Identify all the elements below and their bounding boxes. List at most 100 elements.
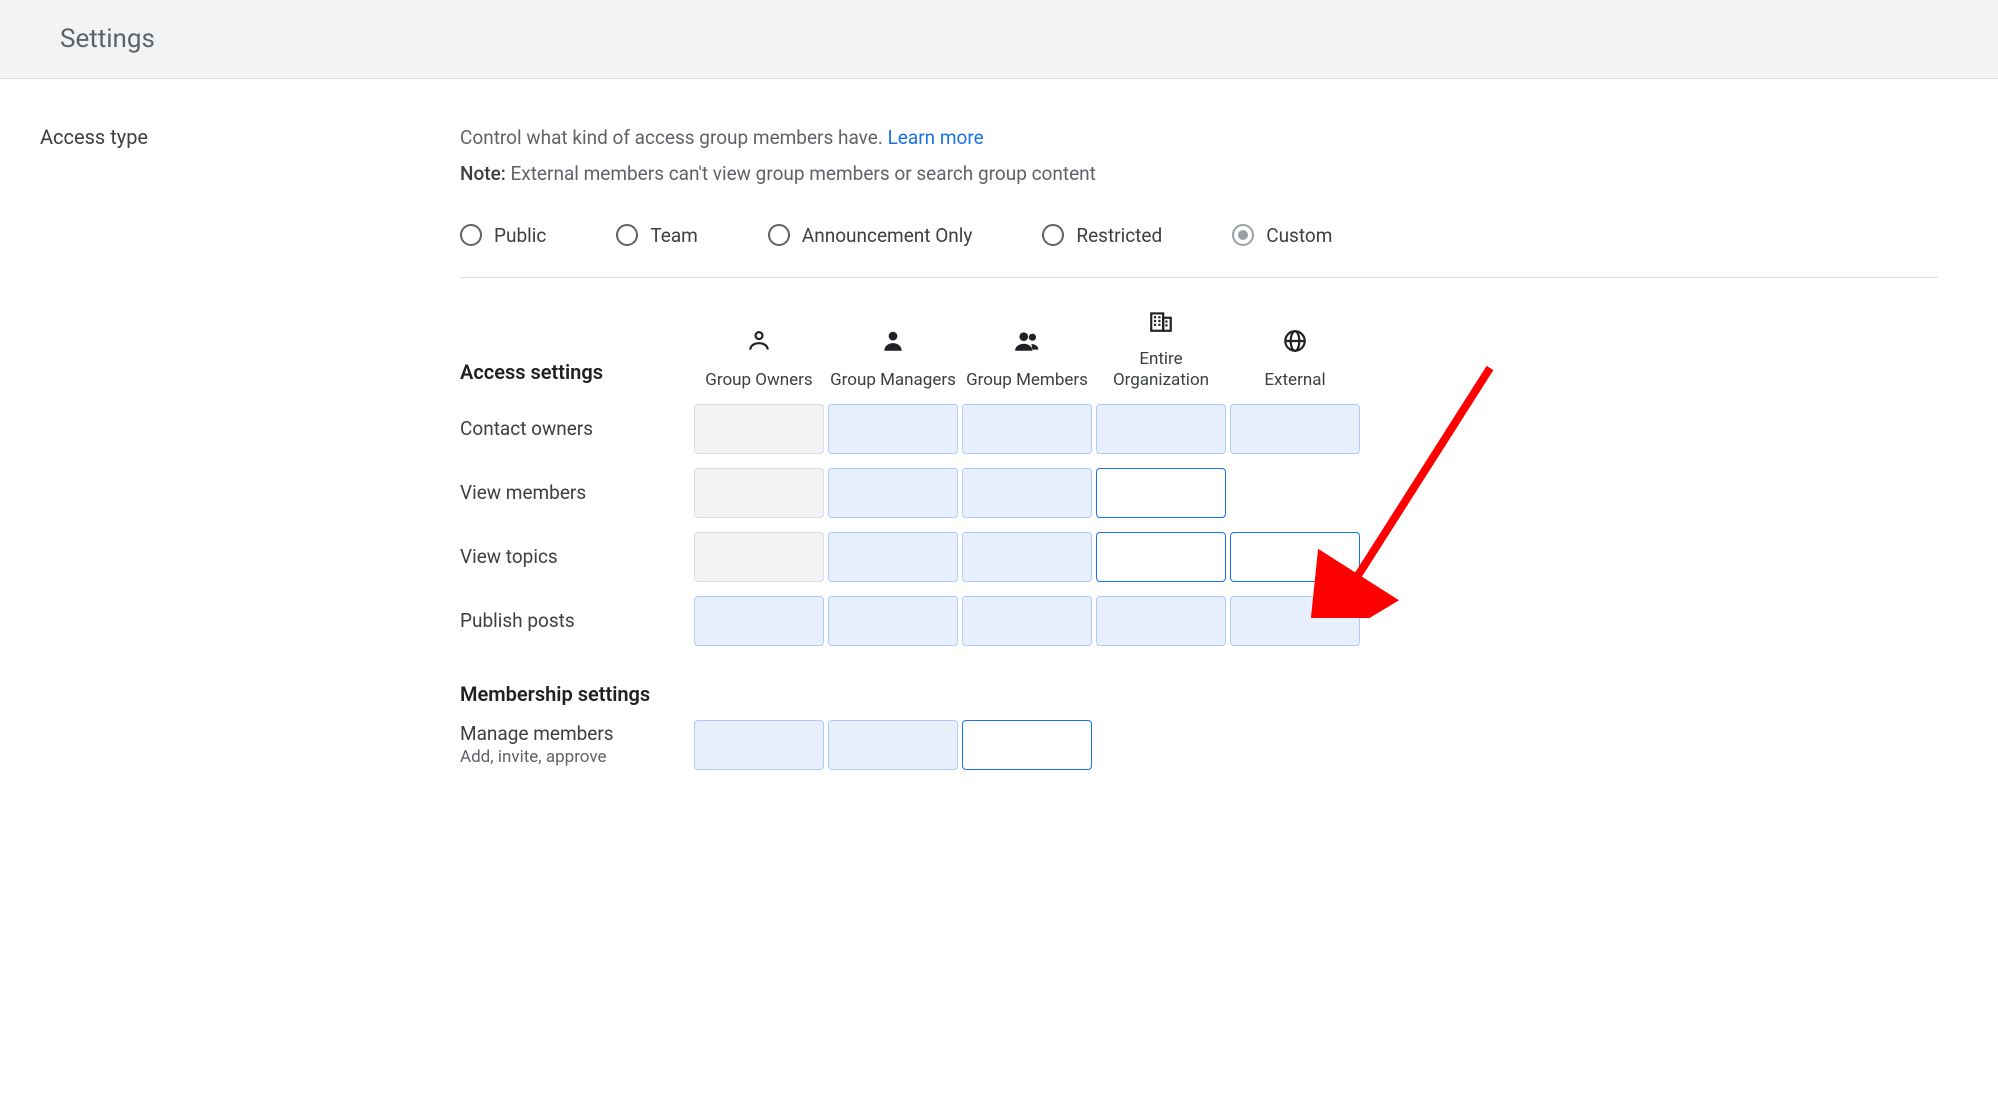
cell-contact-owners-members[interactable] <box>962 404 1092 454</box>
settings-header: Settings <box>0 0 1998 79</box>
radio-label: Team <box>650 224 698 247</box>
row-label-wrap: Manage membersAdd, invite, approve <box>460 722 690 767</box>
table-row: Manage membersAdd, invite, approve <box>460 720 1938 770</box>
building-icon <box>1148 308 1174 339</box>
cell-contact-owners-external[interactable] <box>1230 404 1360 454</box>
note-label: Note: <box>460 162 506 185</box>
check-icon <box>745 731 773 759</box>
check-icon <box>1013 607 1041 635</box>
radio-circle-icon <box>768 224 790 246</box>
person-icon <box>880 328 906 359</box>
people-icon <box>1014 328 1040 359</box>
cell-view-topics-members[interactable] <box>962 532 1092 582</box>
check-icon <box>879 731 907 759</box>
cell-view-topics-managers[interactable] <box>828 532 958 582</box>
settings-content: Access type Control what kind of access … <box>0 93 1998 830</box>
radio-custom[interactable]: Custom <box>1232 224 1332 247</box>
access-note: Note: External members can't view group … <box>460 159 1938 189</box>
column-header-org: Entire Organization <box>1096 308 1226 390</box>
check-icon <box>1281 415 1309 443</box>
check-icon <box>745 607 773 635</box>
note-text: External members can't view group member… <box>506 162 1096 185</box>
cell-view-members-external <box>1230 468 1360 518</box>
learn-more-link[interactable]: Learn more <box>888 126 984 149</box>
check-icon <box>879 607 907 635</box>
radio-circle-icon <box>460 224 482 246</box>
radio-circle-icon <box>616 224 638 246</box>
table-row: Contact owners <box>460 404 1938 454</box>
table-row: View members <box>460 468 1938 518</box>
cell-manage-members-managers[interactable] <box>828 720 958 770</box>
access-settings-heading: Access settings <box>460 360 690 390</box>
cell-view-members-managers[interactable] <box>828 468 958 518</box>
check-icon <box>745 479 773 507</box>
cell-view-members-members[interactable] <box>962 468 1092 518</box>
row-label: Contact owners <box>460 417 690 440</box>
cell-manage-members-org <box>1096 720 1226 770</box>
check-icon <box>1013 543 1041 571</box>
row-label: Publish posts <box>460 609 690 632</box>
globe-icon <box>1282 328 1308 359</box>
cell-publish-posts-external[interactable] <box>1230 596 1360 646</box>
column-label: Group Owners <box>705 370 812 390</box>
check-icon <box>1281 607 1309 635</box>
column-label: Group Members <box>966 370 1088 390</box>
cell-contact-owners-org[interactable] <box>1096 404 1226 454</box>
radio-label: Announcement Only <box>802 224 973 247</box>
row-label: Manage members <box>460 722 690 745</box>
row-label-wrap: View members <box>460 481 690 504</box>
access-description: Control what kind of access group member… <box>460 123 1938 153</box>
column-header-owners: Group Owners <box>694 328 824 390</box>
radio-team[interactable]: Team <box>616 224 698 247</box>
cell-contact-owners-managers[interactable] <box>828 404 958 454</box>
page-title: Settings <box>60 24 1938 54</box>
column-label: External <box>1264 370 1325 390</box>
radio-circle-icon <box>1042 224 1064 246</box>
radio-label: Restricted <box>1076 224 1162 247</box>
access-desc-lead: Control what kind of access group member… <box>460 126 883 149</box>
cell-view-topics-org[interactable] <box>1096 532 1226 582</box>
cell-manage-members-members[interactable] <box>962 720 1092 770</box>
column-header-external: External <box>1230 328 1360 390</box>
radio-label: Custom <box>1266 224 1332 247</box>
column-header-managers: Group Managers <box>828 328 958 390</box>
radio-public[interactable]: Public <box>460 224 546 247</box>
cell-publish-posts-owners[interactable] <box>694 596 824 646</box>
check-icon <box>1013 415 1041 443</box>
cell-view-members-org[interactable] <box>1096 468 1226 518</box>
table-row: Publish posts <box>460 596 1938 646</box>
column-label: Entire Organization <box>1096 349 1226 390</box>
cell-publish-posts-members[interactable] <box>962 596 1092 646</box>
cell-publish-posts-org[interactable] <box>1096 596 1226 646</box>
row-label: View members <box>460 481 690 504</box>
cell-view-topics-owners <box>694 532 824 582</box>
membership-settings-heading: Membership settings <box>460 682 1938 706</box>
check-icon <box>745 415 773 443</box>
row-label: View topics <box>460 545 690 568</box>
cell-manage-members-external <box>1230 720 1360 770</box>
cell-publish-posts-managers[interactable] <box>828 596 958 646</box>
check-icon <box>879 543 907 571</box>
check-icon <box>879 479 907 507</box>
cell-view-topics-external[interactable] <box>1230 532 1360 582</box>
check-icon <box>1147 607 1175 635</box>
access-table: Access settings Group Owners Group Manag… <box>460 308 1938 770</box>
cell-view-members-owners <box>694 468 824 518</box>
check-icon <box>1013 479 1041 507</box>
check-icon <box>745 543 773 571</box>
radio-circle-icon <box>1232 224 1254 246</box>
row-label-wrap: Publish posts <box>460 609 690 632</box>
check-icon <box>879 415 907 443</box>
row-label-wrap: View topics <box>460 545 690 568</box>
table-row: View topics <box>460 532 1938 582</box>
radio-announcement[interactable]: Announcement Only <box>768 224 973 247</box>
cell-manage-members-owners[interactable] <box>694 720 824 770</box>
column-label: Group Managers <box>830 370 956 390</box>
cell-contact-owners-owners <box>694 404 824 454</box>
check-icon <box>1147 415 1175 443</box>
row-sublabel: Add, invite, approve <box>460 747 690 767</box>
access-type-radio-group: Public Team Announcement Only Restricted… <box>460 224 1938 278</box>
section-label: Access type <box>40 123 460 149</box>
radio-restricted[interactable]: Restricted <box>1042 224 1162 247</box>
column-header-members: Group Members <box>962 328 1092 390</box>
